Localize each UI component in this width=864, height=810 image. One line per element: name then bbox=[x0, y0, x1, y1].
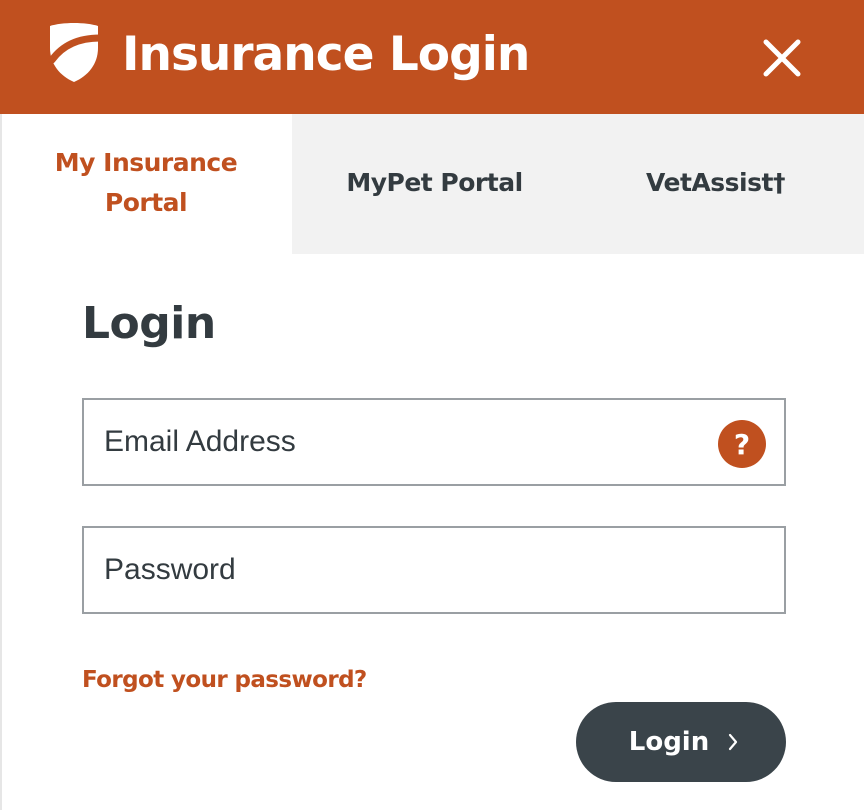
chevron-right-icon bbox=[729, 733, 738, 751]
tab-my-insurance-portal[interactable]: My Insurance Portal bbox=[0, 114, 292, 254]
panel-border bbox=[0, 114, 2, 810]
password-input[interactable] bbox=[84, 528, 784, 612]
tab-label: My Insurance Portal bbox=[54, 148, 238, 217]
tab-label: VetAssist† bbox=[646, 168, 785, 197]
tab-vetassist[interactable]: VetAssist† bbox=[577, 114, 864, 254]
close-icon[interactable] bbox=[752, 28, 812, 88]
login-button[interactable]: Login bbox=[576, 702, 786, 782]
shield-logo-icon bbox=[48, 23, 102, 82]
app-title: Insurance Login bbox=[122, 27, 530, 82]
password-field-wrapper bbox=[82, 526, 786, 614]
tab-label: MyPet Portal bbox=[346, 168, 523, 197]
forgot-password-link[interactable]: Forgot your password? bbox=[82, 662, 367, 698]
modal-header: Insurance Login bbox=[0, 0, 864, 114]
portal-tabs: My Insurance Portal MyPet Portal VetAssi… bbox=[0, 114, 864, 254]
tab-mypet-portal[interactable]: MyPet Portal bbox=[292, 114, 577, 254]
email-help-button[interactable]: ? bbox=[718, 420, 766, 468]
login-heading: Login bbox=[82, 298, 216, 349]
login-button-label: Login bbox=[628, 727, 710, 757]
email-input[interactable] bbox=[84, 400, 784, 484]
email-field-wrapper: ? bbox=[82, 398, 786, 486]
